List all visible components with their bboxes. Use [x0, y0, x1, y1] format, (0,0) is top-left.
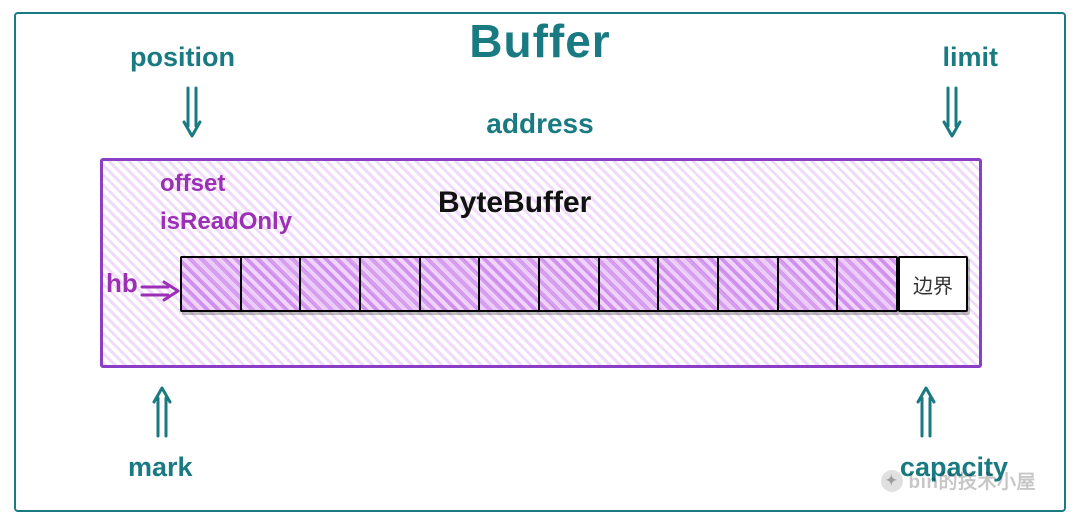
hb-array [180, 256, 898, 312]
bytebuffer-title: ByteBuffer [438, 186, 591, 220]
mark-label: mark [128, 452, 193, 483]
hb-cell [480, 258, 540, 310]
hb-cell [838, 258, 898, 310]
isreadonly-label: isReadOnly [160, 208, 292, 236]
position-label: position [130, 42, 235, 73]
arrow-down-icon [938, 86, 966, 138]
hb-cell [719, 258, 779, 310]
hb-cell [540, 258, 600, 310]
hb-cell [242, 258, 302, 310]
hb-cell [779, 258, 839, 310]
arrow-up-icon [912, 386, 940, 438]
boundary-cell: 边界 [898, 256, 968, 312]
hb-cell [182, 258, 242, 310]
watermark-text: bin的技术小屋 [909, 467, 1037, 494]
arrow-right-icon [140, 278, 180, 304]
watermark: ✦ bin的技术小屋 [881, 467, 1037, 494]
hb-cell [600, 258, 660, 310]
limit-label: limit [942, 42, 998, 73]
arrow-down-icon [178, 86, 206, 138]
hb-cell [301, 258, 361, 310]
hb-cell [421, 258, 481, 310]
hb-cell [361, 258, 421, 310]
hb-label: hb [106, 268, 138, 299]
address-label: address [486, 108, 593, 140]
arrow-up-icon [148, 386, 176, 438]
offset-label: offset [160, 170, 225, 198]
hb-cell [659, 258, 719, 310]
buffer-title: Buffer [469, 14, 610, 68]
wechat-icon: ✦ [881, 470, 903, 492]
